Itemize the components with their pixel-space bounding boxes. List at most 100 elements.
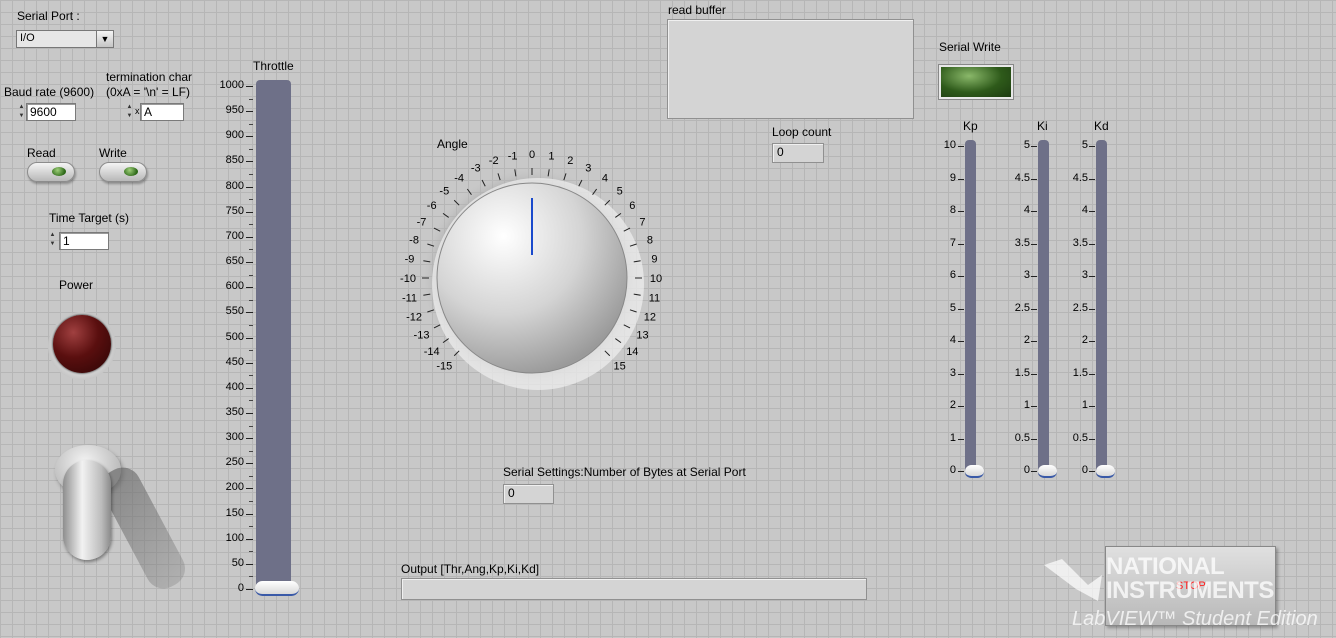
angle-tick-label: -4 [454, 173, 464, 185]
kp-slider-thumb[interactable] [965, 465, 984, 478]
throttle-minor-tick [249, 551, 253, 553]
throttle-minor-tick [249, 274, 253, 276]
kp-tick-mark [958, 146, 964, 147]
write-led [124, 167, 138, 176]
angle-tick-label: -2 [489, 155, 499, 167]
throttle-tick-mark [246, 463, 253, 465]
throttle-tick-label: 550 [225, 305, 244, 318]
throttle-minor-tick [249, 324, 253, 326]
ki-tick-label: 0 [1023, 464, 1030, 476]
power-label: Power [59, 278, 94, 292]
kp-tick-label: 7 [949, 236, 956, 249]
kd-tick-mark [1089, 211, 1095, 212]
throttle-minor-tick [249, 475, 253, 477]
serial-port-label: Serial Port : [17, 9, 80, 23]
serial-port-value: I/O [20, 32, 35, 44]
time-target-spinner-icon[interactable]: ▲ ▼ [49, 231, 56, 249]
angle-tick-label: -10 [400, 273, 416, 285]
throttle-tick-mark [246, 161, 253, 163]
throttle-tick-label: 850 [225, 154, 244, 167]
throttle-minor-tick [249, 576, 253, 578]
ki-slider-track[interactable] [1038, 140, 1049, 477]
kd-tick-mark [1089, 341, 1095, 342]
angle-tick-label: -1 [508, 151, 518, 163]
termination-char-input[interactable]: A [140, 103, 184, 121]
kd-tick-label: 1 [1081, 399, 1088, 411]
ni-eagle-icon [1044, 559, 1102, 601]
ki-tick-label: 1 [1023, 399, 1030, 411]
throttle-track[interactable] [256, 80, 291, 595]
termination-label-line2: (0xA = '\n' = LF) [106, 85, 190, 99]
throttle-minor-tick [249, 299, 253, 301]
throttle-minor-tick [249, 123, 253, 125]
angle-tick-label: 14 [626, 346, 638, 358]
write-label: Write [99, 146, 127, 160]
angle-tick-label: -11 [402, 292, 417, 304]
write-switch[interactable] [99, 162, 147, 182]
throttle-tick-mark [246, 111, 253, 113]
angle-tick-label: -15 [436, 361, 452, 373]
kp-tick-mark [958, 406, 964, 407]
output-label: Output [Thr,Ang,Kp,Ki,Kd] [401, 562, 540, 576]
kd-tick-label: 1.5 [1072, 366, 1088, 379]
kd-tick-mark [1089, 308, 1095, 310]
angle-tick-label: 6 [629, 200, 635, 212]
throttle-tick-label: 750 [225, 204, 244, 217]
throttle-minor-tick [249, 400, 253, 402]
kp-slider-track[interactable] [965, 140, 976, 477]
throttle-tick-mark [246, 513, 253, 515]
throttle-tick-mark [246, 312, 253, 314]
throttle-tick-label: 600 [225, 280, 244, 293]
kd-tick-label: 0.5 [1072, 431, 1088, 444]
ki-slider-thumb[interactable] [1038, 465, 1057, 478]
throttle-minor-tick [249, 224, 253, 226]
baud-rate-input[interactable]: 9600 [26, 103, 76, 121]
kd-slider-track[interactable] [1096, 140, 1107, 477]
angle-tick-label: 9 [651, 254, 657, 266]
output-display [401, 578, 867, 600]
toggle-switch-lever[interactable] [63, 460, 111, 560]
throttle-tick-mark [246, 362, 253, 364]
kd-tick-label: 4.5 [1072, 171, 1088, 184]
baud-rate-label: Baud rate (9600) [4, 85, 95, 99]
ki-tick-label: 4 [1023, 204, 1030, 216]
throttle-minor-tick [249, 98, 253, 100]
kd-tick-mark [1089, 178, 1095, 180]
read-switch[interactable] [27, 162, 75, 182]
throttle-tick-mark [246, 563, 253, 565]
throttle-tick-label: 500 [225, 330, 244, 343]
kp-tick-label: 1 [949, 431, 956, 444]
time-target-input[interactable]: 1 [59, 232, 109, 250]
loop-count-display: 0 [772, 143, 824, 163]
kd-tick-label: 5 [1081, 139, 1088, 151]
ki-tick-mark [1031, 146, 1037, 147]
baud-spinner-icon[interactable]: ▲ ▼ [18, 103, 25, 121]
kd-tick-mark [1089, 438, 1095, 440]
time-target-label: Time Target (s) [49, 211, 130, 225]
dropdown-arrow-icon[interactable]: ▼ [96, 31, 113, 47]
kd-tick-mark [1089, 471, 1095, 472]
kd-slider-thumb[interactable] [1096, 465, 1115, 478]
kp-tick-mark [958, 211, 964, 212]
throttle-minor-tick [249, 526, 253, 528]
throttle-tick-mark [246, 387, 253, 389]
throttle-tick-label: 300 [225, 431, 244, 444]
kp-tick-label: 0 [949, 464, 956, 476]
serial-port-select[interactable]: I/O ▼ [16, 30, 114, 48]
angle-tick-label: -5 [439, 185, 449, 197]
watermark-line2: INSTRUMENTS [1106, 577, 1274, 604]
ki-tick-mark [1031, 178, 1037, 180]
serial-write-label: Serial Write [939, 40, 1001, 54]
watermark-line3: LabVIEW™ Student Edition [1072, 608, 1318, 630]
angle-tick-label: 11 [649, 292, 660, 304]
throttle-tick-label: 100 [225, 531, 244, 544]
throttle-minor-tick [249, 249, 253, 251]
throttle-tick-label: 1000 [219, 79, 244, 91]
angle-tick-label: -13 [414, 329, 430, 341]
serial-write-led-frame [938, 64, 1014, 100]
termination-spinner-icon[interactable]: ▲ ▼ [126, 103, 133, 121]
angle-tick-label: -9 [405, 254, 415, 266]
ki-tick-label: 2 [1023, 334, 1030, 346]
throttle-thumb[interactable] [255, 581, 299, 596]
ki-tick-label: 3.5 [1014, 236, 1030, 249]
